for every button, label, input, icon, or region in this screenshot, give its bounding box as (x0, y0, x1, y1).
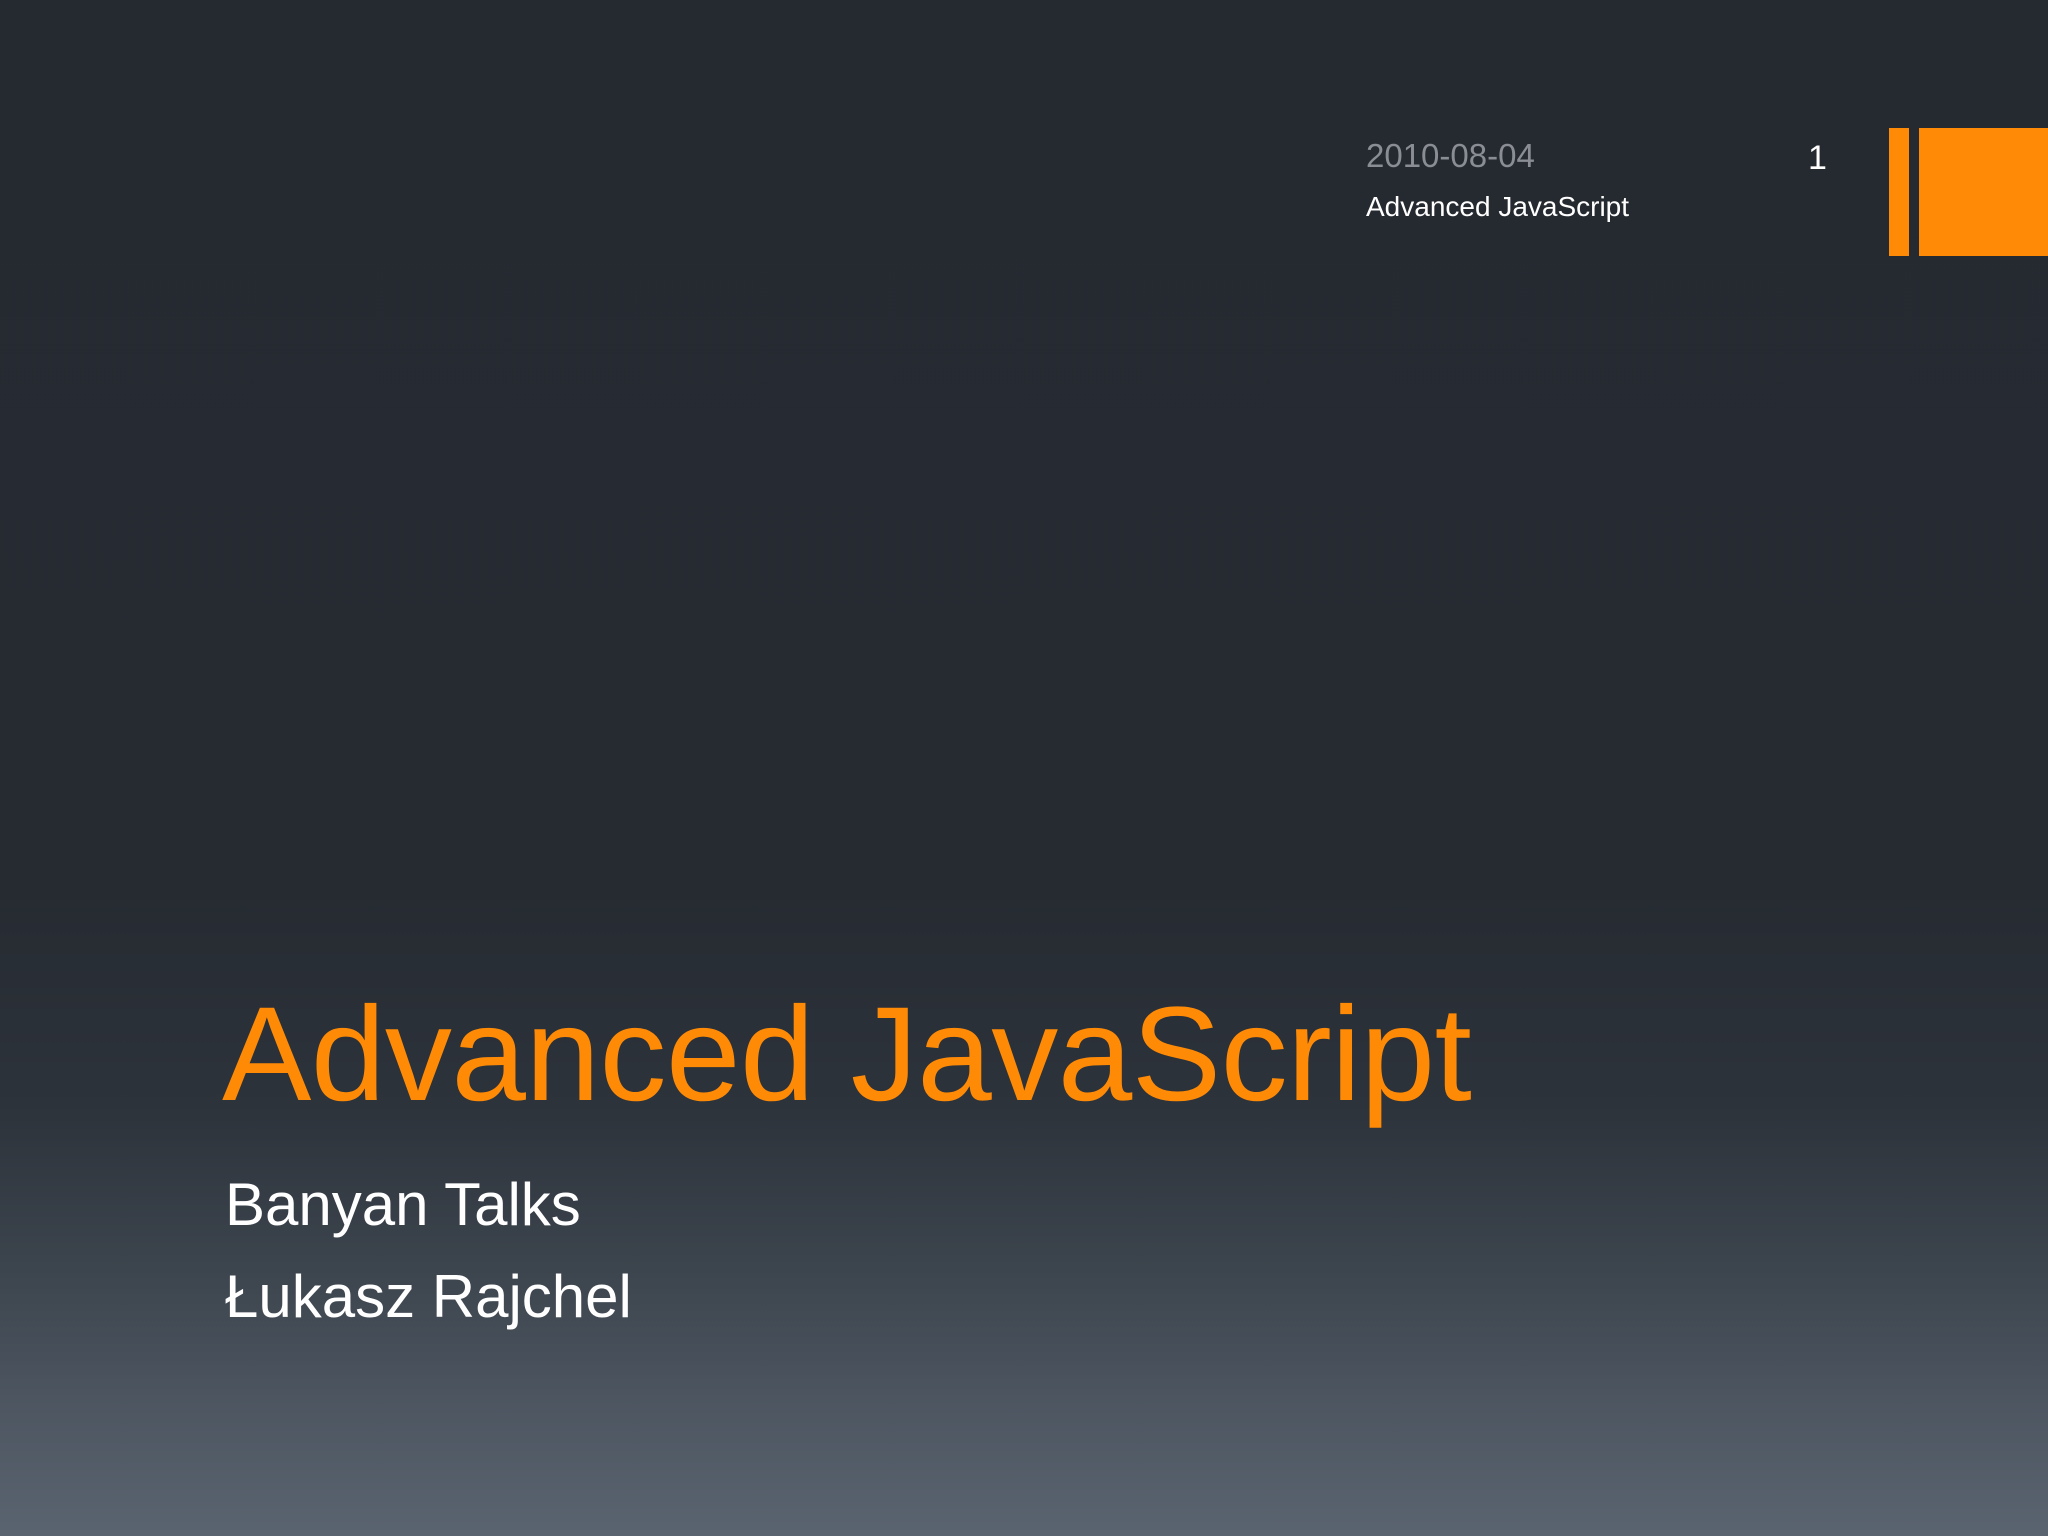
accent-bar-thin (1889, 128, 1909, 256)
slide-footer-title: Advanced JavaScript (1366, 191, 1630, 222)
subtitle-line-event: Banyan Talks (225, 1171, 581, 1238)
slide: 2010-08-04 Advanced JavaScript 1 Advance… (0, 0, 2048, 1536)
slide-date: 2010-08-04 (1366, 137, 1535, 174)
slide-number: 1 (1808, 139, 1827, 177)
accent-bar-block (1919, 128, 2048, 256)
subtitle-line-author: Łukasz Rajchel (225, 1263, 632, 1330)
slide-title: Advanced JavaScript (222, 980, 1472, 1129)
